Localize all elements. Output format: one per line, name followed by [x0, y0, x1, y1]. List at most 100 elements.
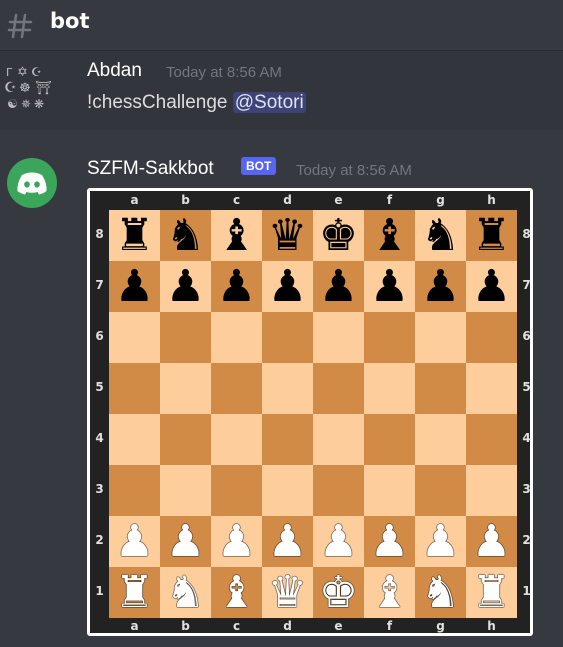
white-king-icon: ♚ [318, 567, 359, 618]
hash-icon [7, 13, 33, 39]
black-pawn-icon: ♟ [369, 261, 410, 312]
black-bishop-icon: ♝ [369, 210, 410, 261]
white-rook-icon: ♜ [471, 567, 512, 618]
square-c6 [211, 312, 262, 363]
square-a6 [109, 312, 160, 363]
square-e4 [313, 414, 364, 465]
square-a2: ♟ [109, 516, 160, 567]
white-pawn-icon: ♟ [369, 516, 410, 567]
file-label-h-top: h [487, 193, 496, 207]
user-mention[interactable]: @Sotori [232, 92, 306, 113]
square-h3 [466, 465, 517, 516]
square-e3 [313, 465, 364, 516]
square-e5 [313, 363, 364, 414]
square-f2: ♟ [364, 516, 415, 567]
discord-logo-icon [17, 172, 47, 195]
white-queen-icon: ♛ [267, 567, 308, 618]
white-rook-icon: ♜ [114, 567, 155, 618]
rank-label-3-left: 3 [95, 482, 104, 496]
square-a5 [109, 363, 160, 414]
bot-avatar[interactable] [7, 158, 57, 208]
square-h5 [466, 363, 517, 414]
black-pawn-icon: ♟ [216, 261, 257, 312]
file-label-e-top: e [334, 193, 343, 207]
square-b4 [160, 414, 211, 465]
user-avatar[interactable]: ᒥ ✡ ☪ ☪ ☸ ⛩ ☯ ✵ ❋ [0, 60, 64, 112]
white-pawn-icon: ♟ [318, 516, 359, 567]
black-pawn-icon: ♟ [267, 261, 308, 312]
board-squares: ♜ ♞ ♝ ♛ ♚ ♝ ♞ ♜ ♟ ♟ ♟ ♟ ♟ ♟ ♟ ♟ ♟ ♟ ♟ ♟ ♟ ♟ ♟ ♟ ♜ ♞ ♝ ♛ ♚ ♝ ♞ ♜ [109, 210, 517, 618]
square-f5 [364, 363, 415, 414]
square-d4 [262, 414, 313, 465]
square-c1: ♝ [211, 567, 262, 618]
square-b5 [160, 363, 211, 414]
file-label-a-top: a [130, 193, 139, 207]
white-pawn-icon: ♟ [420, 516, 461, 567]
square-a1: ♜ [109, 567, 160, 618]
bot-username[interactable]: SZFM-Sakkbot [87, 158, 214, 180]
square-d8: ♛ [262, 210, 313, 261]
file-label-f-top: f [386, 193, 393, 207]
square-a4 [109, 414, 160, 465]
username[interactable]: Abdan [87, 60, 142, 82]
black-rook-icon: ♜ [471, 210, 512, 261]
chess-board-image[interactable]: ♜ ♞ ♝ ♛ ♚ ♝ ♞ ♜ ♟ ♟ ♟ ♟ ♟ ♟ ♟ ♟ ♟ ♟ ♟ ♟ ♟ ♟ ♟ ♟ ♜ ♞ ♝ ♛ ♚ ♝ ♞ ♜ aabbccd… [87, 188, 533, 636]
square-g6 [415, 312, 466, 363]
square-f4 [364, 414, 415, 465]
black-pawn-icon: ♟ [471, 261, 512, 312]
square-c3 [211, 465, 262, 516]
square-c7: ♟ [211, 261, 262, 312]
rank-label-4-left: 4 [95, 431, 104, 445]
black-pawn-icon: ♟ [420, 261, 461, 312]
white-knight-icon: ♞ [165, 567, 206, 618]
rank-label-2-right: 2 [522, 533, 531, 547]
square-e2: ♟ [313, 516, 364, 567]
square-h4 [466, 414, 517, 465]
square-c4 [211, 414, 262, 465]
square-a7: ♟ [109, 261, 160, 312]
black-pawn-icon: ♟ [318, 261, 359, 312]
square-e6 [313, 312, 364, 363]
square-h8: ♜ [466, 210, 517, 261]
black-rook-icon: ♜ [114, 210, 155, 261]
square-d1: ♛ [262, 567, 313, 618]
square-g1: ♞ [415, 567, 466, 618]
message-abdan: ᒥ ✡ ☪ ☪ ☸ ⛩ ☯ ✵ ❋ Abdan Today at 8:56 AM… [0, 52, 563, 130]
black-knight-icon: ♞ [165, 210, 206, 261]
channel-name[interactable]: bot [50, 9, 90, 33]
square-e1: ♚ [313, 567, 364, 618]
square-f8: ♝ [364, 210, 415, 261]
rank-label-8-left: 8 [95, 227, 104, 241]
bot-timestamp: Today at 8:56 AM [296, 162, 412, 179]
file-label-g-top: g [436, 193, 445, 207]
file-label-c-bottom: c [232, 619, 241, 633]
white-knight-icon: ♞ [420, 567, 461, 618]
rank-label-6-left: 6 [95, 329, 104, 343]
svg-text:✵: ✵ [21, 97, 31, 111]
file-label-b-top: b [181, 193, 190, 207]
white-pawn-icon: ♟ [114, 516, 155, 567]
white-bishop-icon: ♝ [216, 567, 257, 618]
square-e8: ♚ [313, 210, 364, 261]
file-label-h-bottom: h [487, 619, 496, 633]
svg-text:✡: ✡ [17, 65, 28, 80]
discord-app: bot ᒥ ✡ ☪ ☪ ☸ ⛩ ☯ ✵ ❋ Abdan Today at 8:5… [0, 0, 563, 647]
timestamp: Today at 8:56 AM [166, 64, 282, 81]
square-a8: ♜ [109, 210, 160, 261]
svg-text:⛩: ⛩ [35, 80, 52, 96]
square-d6 [262, 312, 313, 363]
square-b7: ♟ [160, 261, 211, 312]
black-queen-icon: ♛ [267, 210, 308, 261]
square-f6 [364, 312, 415, 363]
square-f7: ♟ [364, 261, 415, 312]
rank-label-7-right: 7 [522, 278, 531, 292]
file-label-g-bottom: g [436, 619, 445, 633]
square-f3 [364, 465, 415, 516]
white-pawn-icon: ♟ [267, 516, 308, 567]
file-label-b-bottom: b [181, 619, 190, 633]
white-pawn-icon: ♟ [165, 516, 206, 567]
square-f1: ♝ [364, 567, 415, 618]
white-pawn-icon: ♟ [216, 516, 257, 567]
square-h7: ♟ [466, 261, 517, 312]
rank-label-7-left: 7 [95, 278, 104, 292]
